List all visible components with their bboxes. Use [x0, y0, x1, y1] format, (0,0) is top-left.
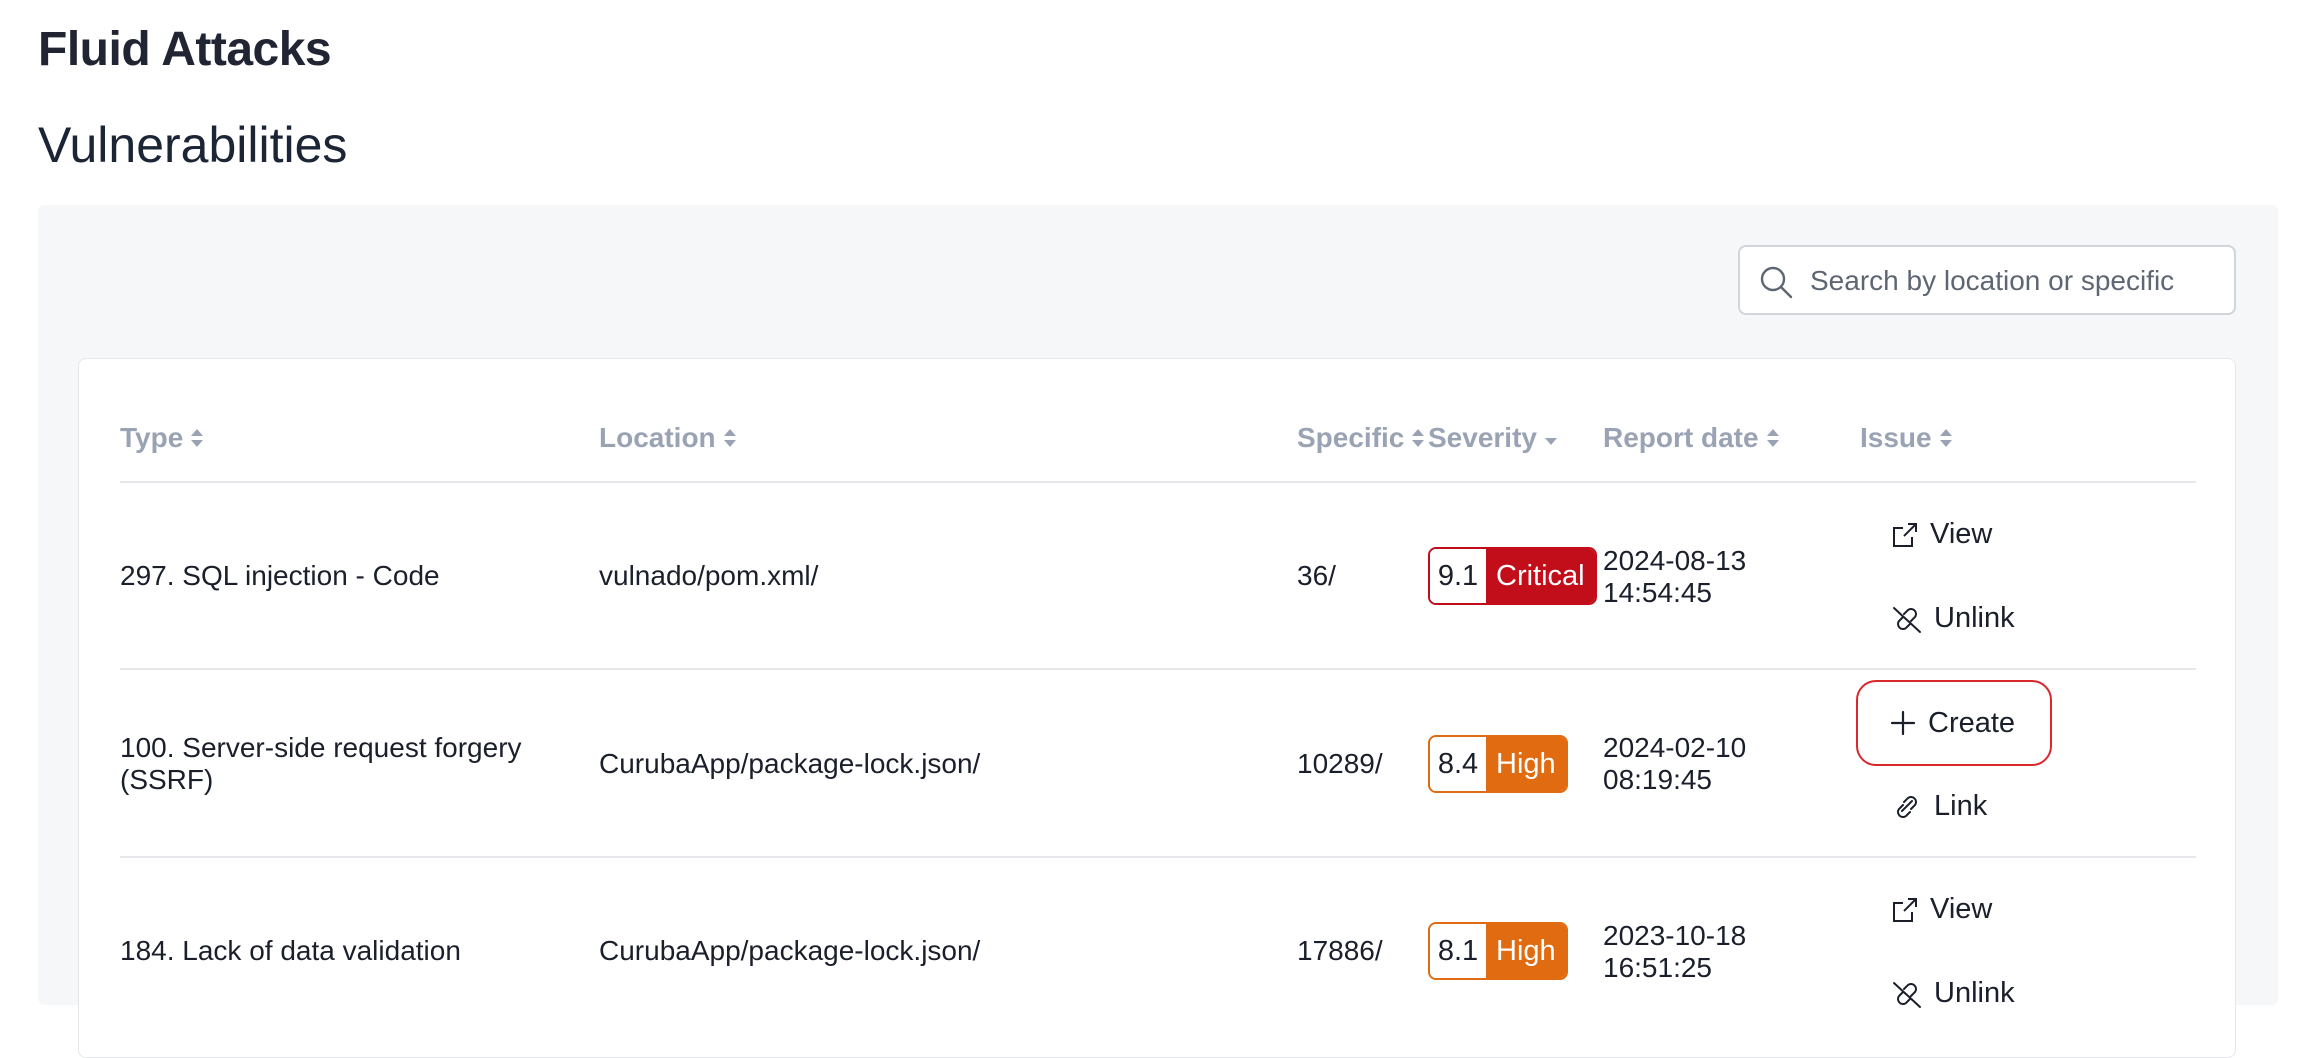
unlink-label: Unlink	[1934, 977, 2015, 1009]
row-divider	[120, 668, 2196, 670]
column-header-label: Issue	[1860, 422, 1932, 453]
sort-icon	[1939, 429, 1952, 447]
cell-report-time: 16:51:25	[1603, 952, 1712, 983]
page-title: Vulnerabilities	[38, 117, 348, 173]
severity-badge: 9.1 Critical	[1428, 547, 1597, 605]
cell-report-date: 2024-02-10	[1603, 732, 1747, 763]
unlink-issue-button[interactable]: Unlink	[1890, 602, 2015, 635]
unlink-icon	[1893, 606, 1921, 633]
view-label: View	[1930, 518, 1993, 550]
link-issue-button[interactable]: Link	[1890, 790, 1987, 823]
cell-type-line1: 100. Server-side request forgery	[120, 732, 522, 763]
cell-report-time: 14:54:45	[1603, 577, 1712, 608]
severity-score: 8.4	[1430, 737, 1486, 791]
severity-label: High	[1486, 924, 1566, 978]
sort-icon	[723, 429, 736, 447]
column-header-issue[interactable]: Issue	[1860, 422, 1954, 454]
column-header-label: Location	[599, 422, 716, 453]
cell-type: 297. SQL injection - Code	[120, 560, 440, 591]
unlink-issue-button[interactable]: Unlink	[1890, 977, 2015, 1010]
cell-specific: 10289/	[1297, 748, 1383, 779]
cell-specific: 17886/	[1297, 935, 1383, 966]
plus-icon	[1890, 710, 1916, 736]
column-header-severity[interactable]: Severity	[1428, 422, 1559, 454]
sort-icon	[1766, 429, 1779, 447]
unlink-icon	[1893, 981, 1921, 1008]
row-divider	[120, 856, 2196, 858]
view-label: View	[1930, 893, 1993, 925]
cell-type: 184. Lack of data validation	[120, 935, 461, 966]
create-issue-button[interactable]: Create	[1856, 680, 2052, 766]
header-divider	[120, 481, 2196, 483]
column-header-specific[interactable]: Specific	[1297, 422, 1426, 454]
sort-desc-icon	[1544, 438, 1557, 445]
link-icon	[1897, 795, 1917, 818]
unlink-label: Unlink	[1934, 602, 2015, 634]
column-header-location[interactable]: Location	[599, 422, 738, 454]
link-label: Link	[1934, 790, 1988, 822]
search-input[interactable]	[1808, 257, 2222, 305]
cell-specific: 36/	[1297, 560, 1336, 591]
cell-report-date: 2023-10-18	[1603, 920, 1747, 951]
column-header-label: Severity	[1428, 422, 1537, 453]
severity-score: 9.1	[1430, 549, 1486, 603]
column-header-label: Specific	[1297, 422, 1405, 453]
column-header-label: Report date	[1603, 422, 1759, 453]
severity-label: Critical	[1486, 549, 1595, 603]
cell-location: vulnado/pom.xml/	[599, 560, 819, 591]
cell-report-time: 08:19:45	[1603, 764, 1712, 795]
severity-badge: 8.4 High	[1428, 735, 1568, 793]
external-link-icon	[1893, 522, 1917, 547]
column-header-report-date[interactable]: Report date	[1603, 422, 1781, 454]
view-issue-button[interactable]: View	[1890, 518, 1992, 551]
brand-title: Fluid Attacks	[38, 23, 332, 76]
cell-report-date: 2024-08-13	[1603, 545, 1747, 576]
sort-icon	[191, 429, 204, 447]
column-header-type[interactable]: Type	[120, 422, 205, 454]
cell-type-line2: (SSRF)	[120, 764, 214, 795]
column-header-label: Type	[120, 422, 184, 453]
search-box[interactable]	[1738, 245, 2236, 315]
view-issue-button[interactable]: View	[1890, 893, 1992, 926]
create-label: Create	[1928, 706, 2016, 739]
cell-location: CurubaApp/package-lock.json/	[599, 935, 981, 966]
severity-badge: 8.1 High	[1428, 922, 1568, 980]
sort-icon	[1412, 429, 1425, 447]
severity-label: High	[1486, 737, 1566, 791]
external-link-icon	[1893, 897, 1917, 922]
severity-score: 8.1	[1430, 924, 1486, 978]
cell-location: CurubaApp/package-lock.json/	[599, 748, 981, 779]
search-icon	[1760, 266, 1793, 299]
